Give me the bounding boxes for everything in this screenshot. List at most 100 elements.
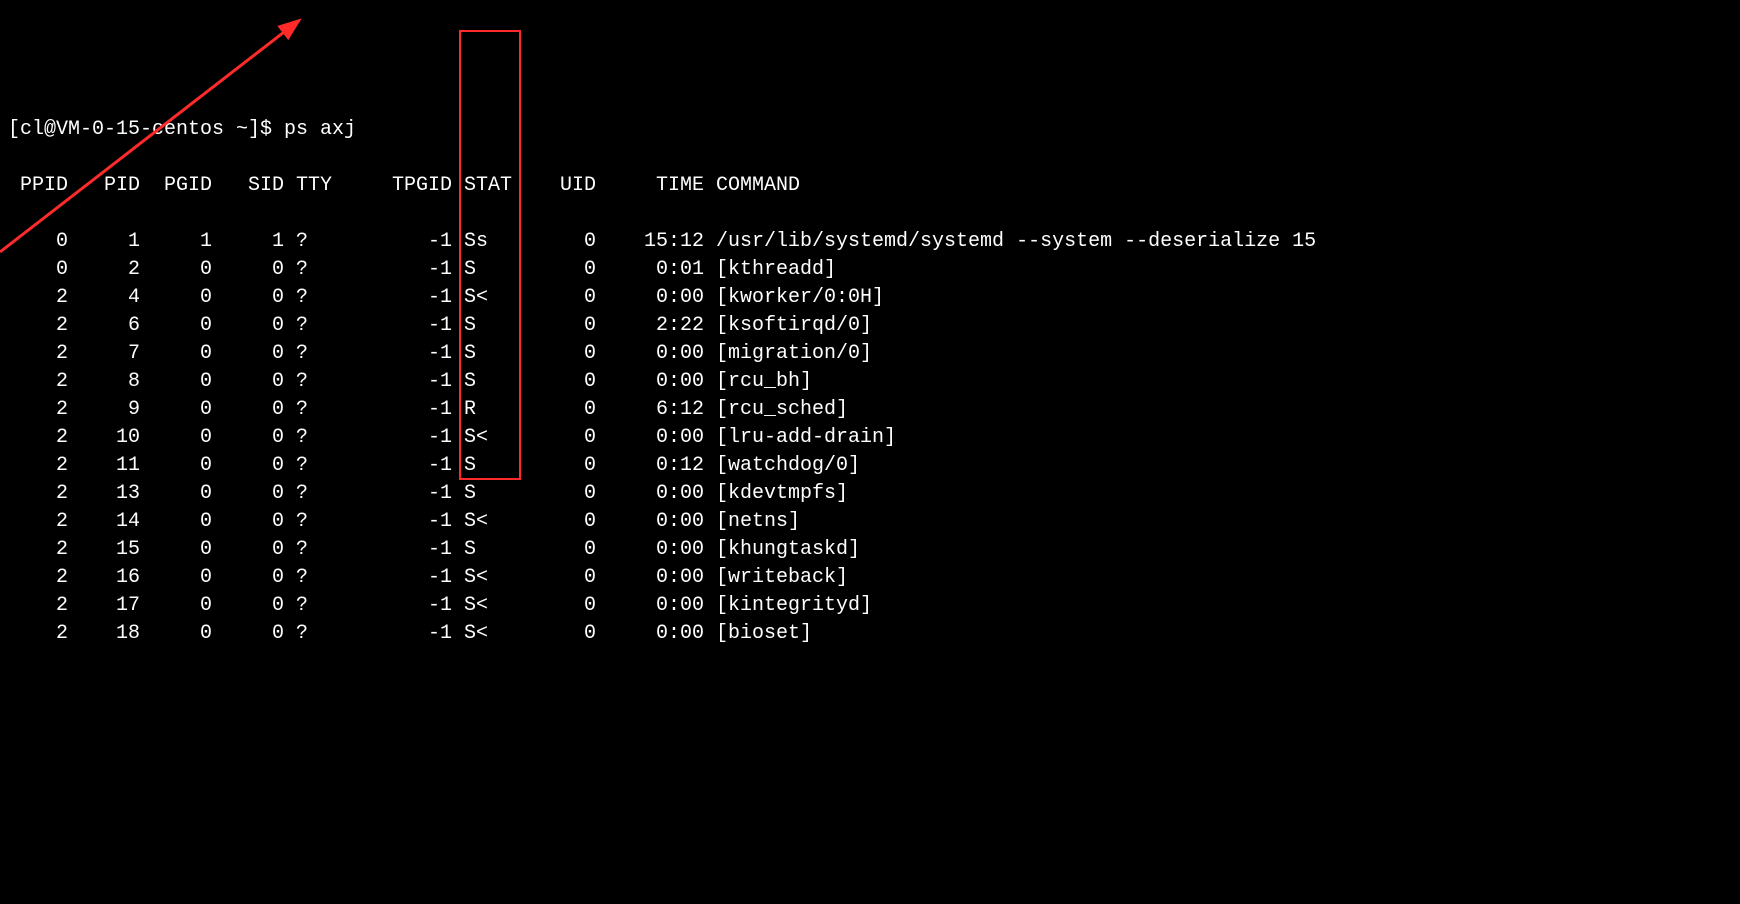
cell-command: [lru-add-drain] <box>704 424 896 452</box>
cell-sid: 0 <box>212 508 284 536</box>
cell-pid: 14 <box>68 508 140 536</box>
hdr-pgid: PGID <box>140 172 212 200</box>
table-row: 2600?-1S02:22[ksoftirqd/0] <box>8 312 1740 340</box>
cell-pgid: 0 <box>140 368 212 396</box>
cell-time: 15:12 <box>596 228 704 256</box>
cell-pgid: 0 <box>140 592 212 620</box>
cell-ppid: 0 <box>8 228 68 256</box>
cell-uid: 0 <box>524 564 596 592</box>
hdr-ppid: PPID <box>8 172 68 200</box>
cell-ppid: 2 <box>8 508 68 536</box>
cell-command: [watchdog/0] <box>704 452 860 480</box>
cell-stat: S <box>452 368 524 396</box>
cell-tty: ? <box>284 592 344 620</box>
cell-tpgid: -1 <box>344 508 452 536</box>
cell-sid: 0 <box>212 536 284 564</box>
table-row: 21000?-1S<00:00[lru-add-drain] <box>8 424 1740 452</box>
cell-uid: 0 <box>524 340 596 368</box>
cell-pgid: 0 <box>140 480 212 508</box>
cell-command: [kintegrityd] <box>704 592 872 620</box>
cell-pid: 10 <box>68 424 140 452</box>
hdr-sid: SID <box>212 172 284 200</box>
cell-ppid: 2 <box>8 452 68 480</box>
cell-stat: S< <box>452 284 524 312</box>
cell-pid: 4 <box>68 284 140 312</box>
cell-time: 6:12 <box>596 396 704 424</box>
cell-command: [netns] <box>704 508 800 536</box>
cell-tpgid: -1 <box>344 284 452 312</box>
cell-ppid: 2 <box>8 396 68 424</box>
prompt-line: [cl@VM-0-15-centos ~]$ ps axj <box>8 116 1740 144</box>
cell-pgid: 0 <box>140 564 212 592</box>
cell-pid: 15 <box>68 536 140 564</box>
rows-container: 0111?-1Ss015:12/usr/lib/systemd/systemd … <box>8 228 1740 648</box>
table-row: 21300?-1S00:00[kdevtmpfs] <box>8 480 1740 508</box>
hdr-tty: TTY <box>284 172 344 200</box>
cell-uid: 0 <box>524 620 596 648</box>
cell-pid: 8 <box>68 368 140 396</box>
cell-pgid: 0 <box>140 424 212 452</box>
cell-ppid: 2 <box>8 564 68 592</box>
cell-tpgid: -1 <box>344 480 452 508</box>
cell-pid: 16 <box>68 564 140 592</box>
cell-time: 0:00 <box>596 424 704 452</box>
cell-ppid: 2 <box>8 284 68 312</box>
cell-tty: ? <box>284 452 344 480</box>
cell-sid: 0 <box>212 424 284 452</box>
hdr-tpgid: TPGID <box>344 172 452 200</box>
cell-stat: S <box>452 340 524 368</box>
table-row: 21500?-1S00:00[khungtaskd] <box>8 536 1740 564</box>
cell-pgid: 0 <box>140 508 212 536</box>
cell-tty: ? <box>284 312 344 340</box>
table-row: 21100?-1S00:12[watchdog/0] <box>8 452 1740 480</box>
cell-stat: S <box>452 312 524 340</box>
cell-tpgid: -1 <box>344 424 452 452</box>
cell-command: [migration/0] <box>704 340 872 368</box>
cell-stat: S <box>452 256 524 284</box>
cell-ppid: 2 <box>8 480 68 508</box>
cell-tpgid: -1 <box>344 340 452 368</box>
cell-ppid: 2 <box>8 424 68 452</box>
cell-uid: 0 <box>524 256 596 284</box>
cell-uid: 0 <box>524 368 596 396</box>
cell-tpgid: -1 <box>344 452 452 480</box>
cell-uid: 0 <box>524 228 596 256</box>
table-row: 2900?-1R06:12[rcu_sched] <box>8 396 1740 424</box>
cell-sid: 0 <box>212 620 284 648</box>
cell-time: 0:00 <box>596 536 704 564</box>
cell-sid: 0 <box>212 284 284 312</box>
cell-sid: 0 <box>212 480 284 508</box>
cell-ppid: 2 <box>8 368 68 396</box>
cell-stat: Ss <box>452 228 524 256</box>
cell-command: /usr/lib/systemd/systemd --system --dese… <box>704 228 1316 256</box>
cell-pid: 18 <box>68 620 140 648</box>
cell-time: 0:00 <box>596 480 704 508</box>
cell-pid: 7 <box>68 340 140 368</box>
cell-tpgid: -1 <box>344 228 452 256</box>
cell-stat: S <box>452 480 524 508</box>
cell-tty: ? <box>284 396 344 424</box>
cell-command: [writeback] <box>704 564 848 592</box>
cell-time: 2:22 <box>596 312 704 340</box>
hdr-command: COMMAND <box>704 172 800 200</box>
cell-stat: S< <box>452 508 524 536</box>
cell-tpgid: -1 <box>344 592 452 620</box>
cell-time: 0:00 <box>596 368 704 396</box>
cell-ppid: 2 <box>8 312 68 340</box>
cell-pid: 2 <box>68 256 140 284</box>
cell-time: 0:00 <box>596 340 704 368</box>
cell-pid: 17 <box>68 592 140 620</box>
cell-command: [ksoftirqd/0] <box>704 312 872 340</box>
hdr-pid: PID <box>68 172 140 200</box>
cell-ppid: 2 <box>8 536 68 564</box>
cell-tty: ? <box>284 284 344 312</box>
cell-command: [kthreadd] <box>704 256 836 284</box>
cell-sid: 0 <box>212 340 284 368</box>
cell-tty: ? <box>284 256 344 284</box>
cell-stat: S< <box>452 592 524 620</box>
cell-ppid: 2 <box>8 340 68 368</box>
cell-uid: 0 <box>524 508 596 536</box>
cell-tty: ? <box>284 424 344 452</box>
cell-sid: 0 <box>212 452 284 480</box>
table-row: 2700?-1S00:00[migration/0] <box>8 340 1740 368</box>
